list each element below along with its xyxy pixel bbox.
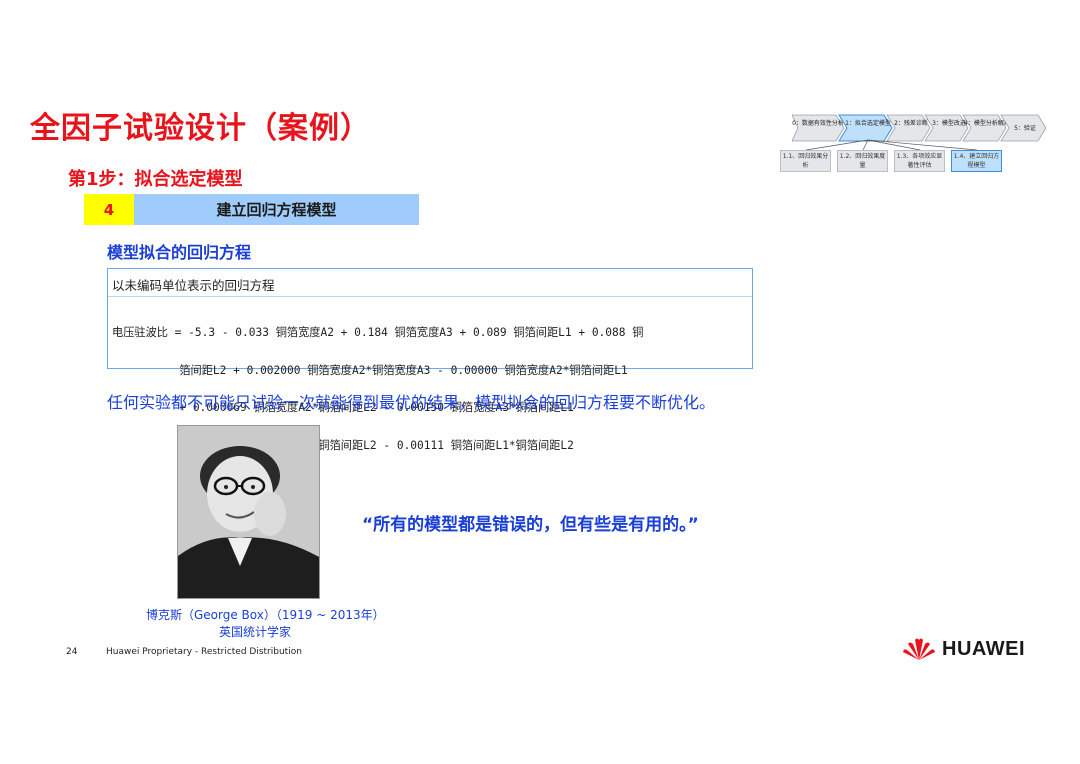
substep-1-1: 1.1、回归效果分析 [780,150,831,172]
process-step-5: 5：验证 [1000,114,1047,142]
substep-1-2: 1.2、回归效果度量 [837,150,888,172]
process-step-0: 0：数据有效性分析 [792,114,845,142]
process-step-3: 3：模型改进 [924,114,969,142]
brand-name: HUAWEI [942,637,1025,660]
portrait-illustration [178,426,319,598]
step-label-banner: 建立回归方程模型 [134,194,419,225]
step-number-badge: 4 [84,194,134,225]
equation-divider [108,296,752,297]
substep-1-4: 1.4、建立回归方程模型 [951,150,1002,172]
step-title: 第1步：拟合选定模型 [68,169,243,190]
substep-1-3: 1.3、各项效应显著性评估 [894,150,945,172]
huawei-petal-icon [903,638,935,660]
process-step-1-label: 1：拟合选定模型 [845,119,891,127]
process-step-2: 2：残差诊断 [886,114,931,142]
page-number: 24 [66,647,78,657]
footer-text: Huawei Proprietary - Restricted Distribu… [106,647,302,657]
page-title: 全因子试验设计（案例） [30,111,371,146]
process-step-0-label: 0：数据有效性分析 [792,119,844,127]
regression-equation-box: 以未编码单位表示的回归方程 电压驻波比 = -5.3 - 0.033 铜箔宽度A… [107,268,753,451]
process-substeps: 1.1、回归效果分析 1.2、回归效果度量 1.3、各项效应显著性评估 1.4、… [780,150,1002,172]
process-step-5-label: 5：验证 [1014,124,1036,132]
process-step-2-label: 2：残差诊断 [894,119,928,127]
equation-caption: 以未编码单位表示的回归方程 [112,278,275,293]
equation-line: 箔间距L2 + 0.002000 铜箔宽度A2*铜箔宽度A3 - 0.00000… [112,363,628,377]
process-step-4-label: 4：模型分析解释 [964,119,1010,127]
section-title: 模型拟合的回归方程 [107,243,252,262]
process-step-3-label: 3：模型改进 [932,119,966,127]
process-step-1: 1：拟合选定模型 [838,114,893,142]
optimization-note: 任何实验都不可能只试验一次就能得到最优的结果，模型拟合的回归方程要不断优化。 [107,393,716,412]
photo-caption-name: 博克斯（George Box）（1919 ~ 2013年） [146,608,385,622]
equation-line: 电压驻波比 = -5.3 - 0.033 铜箔宽度A2 + 0.184 铜箔宽度… [112,326,644,339]
photo-caption-title: 英国统计学家 [219,625,292,639]
huawei-logo: HUAWEI [902,636,1025,662]
portrait-photo [177,425,320,599]
process-step-4: 4：模型分析解释 [962,114,1010,142]
george-box-quote: “所有的模型都是错误的，但有些是有用的。” [362,515,699,535]
